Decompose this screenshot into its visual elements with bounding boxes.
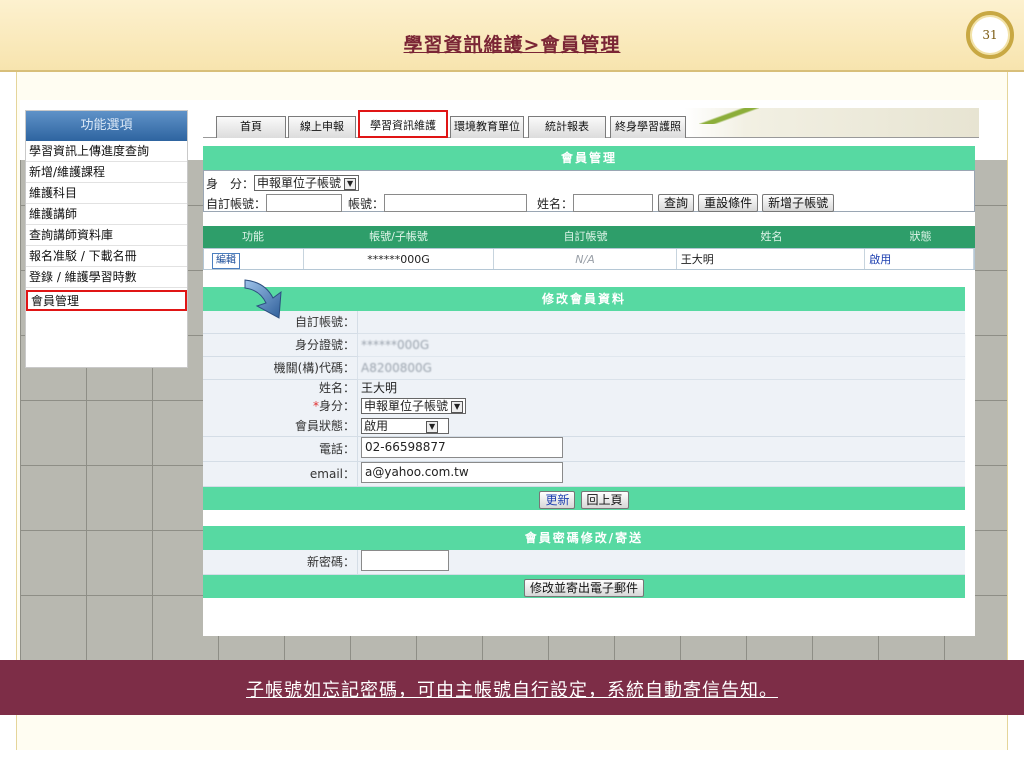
chevron-down-icon: ▼ (451, 400, 464, 413)
back-button[interactable]: 回上頁 (580, 491, 629, 509)
col-action: 功能 (242, 230, 264, 243)
email-input[interactable]: a@yahoo.com.tw (361, 462, 563, 483)
id-number-label: 身分證號： (203, 334, 358, 356)
tab-statistics[interactable]: 統計報表 (528, 116, 606, 138)
member-mgmt-header: 會員管理 (203, 146, 975, 170)
footer-banner: 子帳號如忘記密碼，可由主帳號自行設定，系統自動寄信告知。 (0, 660, 1024, 715)
sidebar-item-lecturer-db[interactable]: 查詢講師資料庫 (26, 225, 187, 246)
cell-name: 王大明 (677, 249, 866, 269)
id-number-value: ******000G (358, 334, 965, 356)
sidebar-menu: 功能選項 學習資訊上傳進度查詢 新增/維護課程 維護科目 維護講師 查詢講師資料… (25, 110, 188, 368)
identity-field-select[interactable]: 申報單位子帳號 ▼ (361, 398, 467, 414)
footer-note: 子帳號如忘記密碼，可由主帳號自行設定，系統自動寄信告知。 (246, 680, 778, 701)
status-select[interactable]: 啟用 ▼ (361, 418, 449, 434)
col-status: 狀態 (909, 230, 932, 243)
account-input[interactable] (384, 194, 528, 212)
sidebar-item-lecturers[interactable]: 維護講師 (26, 204, 187, 225)
tab-home[interactable]: 首頁 (216, 116, 286, 138)
chevron-down-icon: ▼ (344, 177, 357, 190)
name-field-label: 姓名： (203, 380, 358, 397)
col-account: 帳號/子帳號 (369, 230, 428, 243)
name-label: 姓名： (537, 196, 574, 211)
page-number-badge: 31 (966, 11, 1014, 59)
query-button[interactable]: 查詢 (658, 194, 695, 212)
tab-learning-info[interactable]: 學習資訊維護 (358, 110, 448, 138)
main-panel: 會員管理 身 分： 申報單位子帳號 ▼ 自訂帳號： 帳號： 姓名： 查詢 重設條件… (203, 146, 975, 636)
member-table-header: 功能 帳號/子帳號 自訂帳號 姓名 狀態 (203, 226, 975, 248)
new-password-label: 新密碼： (203, 550, 358, 574)
sidebar-item-upload-progress[interactable]: 學習資訊上傳進度查詢 (26, 141, 187, 162)
phone-label: 電話： (203, 437, 358, 461)
filter-panel: 身 分： 申報單位子帳號 ▼ 自訂帳號： 帳號： 姓名： 查詢 重設條件 新增子帳… (203, 170, 975, 212)
custom-account-field-value (358, 311, 965, 333)
cell-account: ******000G (304, 249, 495, 269)
tab-decoration (699, 108, 759, 124)
phone-input[interactable]: 02-66598877 (361, 437, 563, 458)
cell-status[interactable]: 啟用 (865, 249, 974, 269)
reset-button[interactable]: 重設條件 (698, 194, 759, 212)
password-header: 會員密碼修改/寄送 (203, 526, 965, 550)
curved-arrow-icon (244, 279, 282, 319)
org-code-value: A8200800G (358, 357, 965, 379)
status-field-label: 會員狀態： (203, 417, 358, 436)
cell-custom-account: N/A (494, 249, 677, 269)
edit-button[interactable]: 編輯 (212, 253, 240, 269)
update-button[interactable]: 更新 (539, 491, 576, 509)
identity-label: 身 分： (206, 176, 255, 191)
account-label: 帳號： (348, 196, 385, 211)
add-sub-account-button[interactable]: 新增子帳號 (762, 194, 835, 212)
sidebar-item-member-mgmt[interactable]: 會員管理 (26, 290, 187, 311)
sidebar-item-registration[interactable]: 報名准駁 / 下載名冊 (26, 246, 187, 267)
custom-account-input[interactable] (266, 194, 343, 212)
table-row: 編輯 ******000G N/A 王大明 啟用 (203, 248, 975, 270)
custom-account-label: 自訂帳號： (206, 196, 267, 211)
edit-member-section: 修改會員資料 自訂帳號： 身分證號： ******000G 機關(構)代碼： A82… (203, 287, 965, 598)
slide-header: 學習資訊維護>會員管理 31 (0, 0, 1024, 72)
org-code-label: 機關(構)代碼： (203, 357, 358, 379)
name-input[interactable] (573, 194, 654, 212)
tab-online-report[interactable]: 線上申報 (288, 116, 356, 138)
col-custom-account: 自訂帳號 (563, 230, 608, 243)
sidebar-item-subjects[interactable]: 維護科目 (26, 183, 187, 204)
name-field-value: 王大明 (358, 380, 965, 397)
sidebar-item-courses[interactable]: 新增/維護課程 (26, 162, 187, 183)
new-password-input[interactable] (361, 550, 449, 571)
slide-title: 學習資訊維護>會員管理 (403, 34, 621, 56)
sidebar-item-hours[interactable]: 登錄 / 維護學習時數 (26, 267, 187, 288)
tab-bar: 首頁 線上申報 學習資訊維護 環境教育單位 統計報表 終身學習護照 (203, 108, 979, 138)
tab-lifelong-passport[interactable]: 終身學習護照 (610, 116, 686, 138)
tab-env-education[interactable]: 環境教育單位 (450, 116, 524, 138)
col-name: 姓名 (760, 230, 783, 243)
chevron-down-icon: ▼ (426, 420, 439, 433)
edit-actions: 更新 回上頁 (203, 487, 965, 510)
password-actions: 修改並寄出電子郵件 (203, 575, 965, 598)
email-label: email： (203, 462, 358, 486)
edit-member-header: 修改會員資料 (203, 287, 965, 311)
identity-field-label: 身分： (318, 399, 355, 413)
sidebar-title: 功能選項 (26, 111, 187, 141)
send-password-email-button[interactable]: 修改並寄出電子郵件 (523, 579, 644, 597)
identity-select[interactable]: 申報單位子帳號 ▼ (254, 175, 360, 191)
